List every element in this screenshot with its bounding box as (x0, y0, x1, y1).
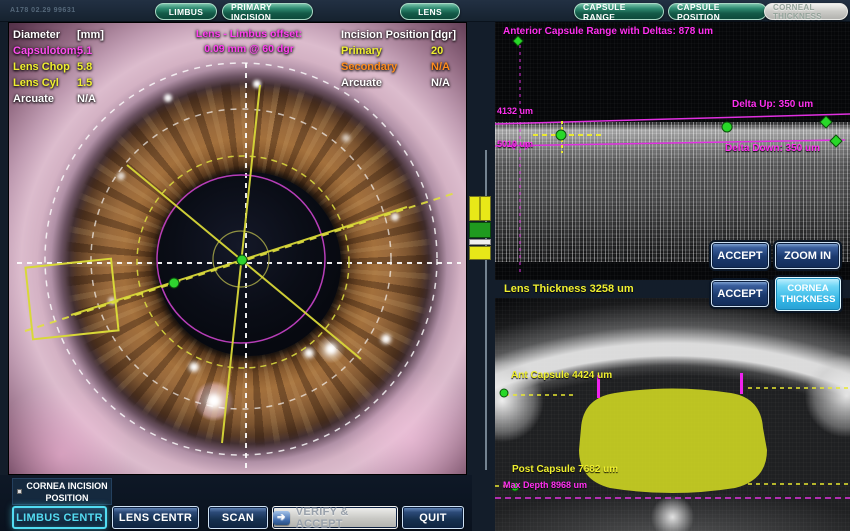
row-lens-chop-label: Lens Chop (13, 61, 70, 73)
green-marker-dot[interactable] (555, 129, 567, 141)
arrow-right-icon: ➔ (273, 510, 290, 525)
diameter-unit: [mm] (77, 29, 104, 41)
depth-block-white (469, 239, 491, 245)
delta-up-line[interactable] (495, 113, 850, 125)
zoom-in-button[interactable]: ZOOM IN (775, 242, 840, 269)
verify-accept-button[interactable]: ➔ VERIFY & ACCEPT (272, 505, 398, 530)
row-lens-cyl-value: 1.5 (77, 77, 93, 89)
green-marker-diamond[interactable] (829, 134, 843, 148)
incision-unit: [dgr] (431, 29, 457, 41)
cornea-thickness-button[interactable]: CORNEA THICKNESS (775, 277, 841, 311)
diameter-title: Diameter (13, 29, 61, 41)
lens-centr-button[interactable]: LENS CENTR (112, 506, 199, 529)
oct-bottom-overlay (495, 373, 850, 499)
app-window: A178 02.29 99631 LIMBUS PRIMARY INCISION… (0, 0, 850, 531)
delta-up-label: Delta Up: 350 um (732, 99, 814, 110)
accept-capsule-button[interactable]: ACCEPT (711, 242, 769, 269)
row-primary-value: 20 (431, 45, 444, 57)
tab-primary-incision[interactable]: PRIMARY INCISION (222, 2, 313, 22)
diameter-table: Diameter [mm] Capsulotomy 5.1 Lens Chop … (13, 27, 104, 107)
row-secondary-label: Secondary (341, 61, 398, 73)
eye-camera-view[interactable]: Diameter [mm] Capsulotomy 5.1 Lens Chop … (8, 22, 467, 475)
lens-limbus-offset: Lens - Limbus offset: 0.09 mm @ 60 dgr (159, 27, 339, 57)
tab-capsule-position[interactable]: CAPSULE POSITION (668, 2, 767, 22)
axis-green-marker[interactable] (168, 277, 180, 289)
row-arcuate-value: N/A (77, 93, 96, 105)
green-marker-dot[interactable] (721, 121, 733, 133)
depth-block-green (469, 222, 491, 238)
row-lens-chop-value: 5.8 (77, 61, 93, 73)
top-toolbar: A178 02.29 99631 LIMBUS PRIMARY INCISION… (0, 0, 850, 22)
lens-limbus-offset-value: 0.09 mm @ 60 dgr (204, 43, 294, 55)
accept-lens-button[interactable]: ACCEPT (711, 280, 769, 307)
tab-lens[interactable]: LENS (400, 3, 460, 20)
quit-button[interactable]: QUIT (402, 506, 464, 529)
lens-thickness-label: Lens Thickness 3258 um (504, 283, 634, 295)
tab-limbus[interactable]: LIMBUS (155, 3, 217, 20)
verify-accept-label: VERIFY & ACCEPT (295, 505, 349, 530)
row-capsulotomy-label: Capsulotomy (13, 45, 83, 57)
cornea-incision-position-toggle[interactable]: CORNEA INCISION POSITION (12, 478, 112, 505)
scan-button[interactable]: SCAN (208, 506, 268, 529)
ant-capsule-label: Ant Capsule 4424 um (511, 370, 613, 381)
upper-depth-label: 4132 um (497, 106, 534, 116)
capsule-range-title: Anterior Capsule Range with Deltas: 878 … (503, 26, 714, 37)
lens-limbus-offset-title: Lens - Limbus offset: (195, 28, 303, 40)
row-arcuate-label: Arcuate (13, 93, 54, 105)
max-depth-label: Max Depth 8968 um (503, 480, 588, 490)
device-id: A178 02.29 99631 (10, 7, 76, 14)
lower-depth-label: 5010 um (497, 139, 534, 149)
green-marker-diamond[interactable] (512, 35, 524, 47)
oct-scan-lens: Ant Capsule 4424 um Post Capsule 7682 um… (495, 298, 850, 531)
depth-block-yellow-lower (469, 246, 491, 260)
row-arcuate2-label: Arcuate (341, 77, 382, 89)
row-secondary-value: N/A (431, 61, 450, 73)
row-capsulotomy-value: 5.1 (77, 45, 93, 57)
incision-title: Incision Position (341, 29, 430, 41)
incision-position-table: Incision Position [dgr] Primary 20 Secon… (341, 27, 456, 91)
magenta-tick-right (740, 373, 743, 394)
row-lens-cyl-label: Lens Cyl (13, 77, 59, 89)
depth-block-yellow-upper (469, 196, 491, 221)
cornea-incision-position-label: CORNEA INCISION POSITION (26, 481, 108, 504)
lens-treatment-zone[interactable] (579, 388, 767, 494)
green-marker-diamond[interactable] (819, 115, 833, 129)
center-green-marker[interactable] (236, 254, 248, 266)
checkbox-icon[interactable] (17, 489, 22, 494)
post-capsule-label: Post Capsule 7682 um (512, 464, 619, 475)
row-primary-label: Primary (341, 45, 382, 57)
tab-capsule-range[interactable]: CAPSULE RANGE (574, 2, 664, 22)
limbus-centr-button[interactable]: LIMBUS CENTR (12, 506, 107, 529)
row-arcuate2-value: N/A (431, 77, 450, 89)
tab-corneal-thickness[interactable]: CORNEAL THICKNESS (764, 3, 848, 21)
delta-down-label: Delta Down: 350 um (725, 143, 821, 154)
depth-indicator-blocks (469, 196, 491, 260)
green-marker-dot[interactable] (499, 388, 509, 398)
